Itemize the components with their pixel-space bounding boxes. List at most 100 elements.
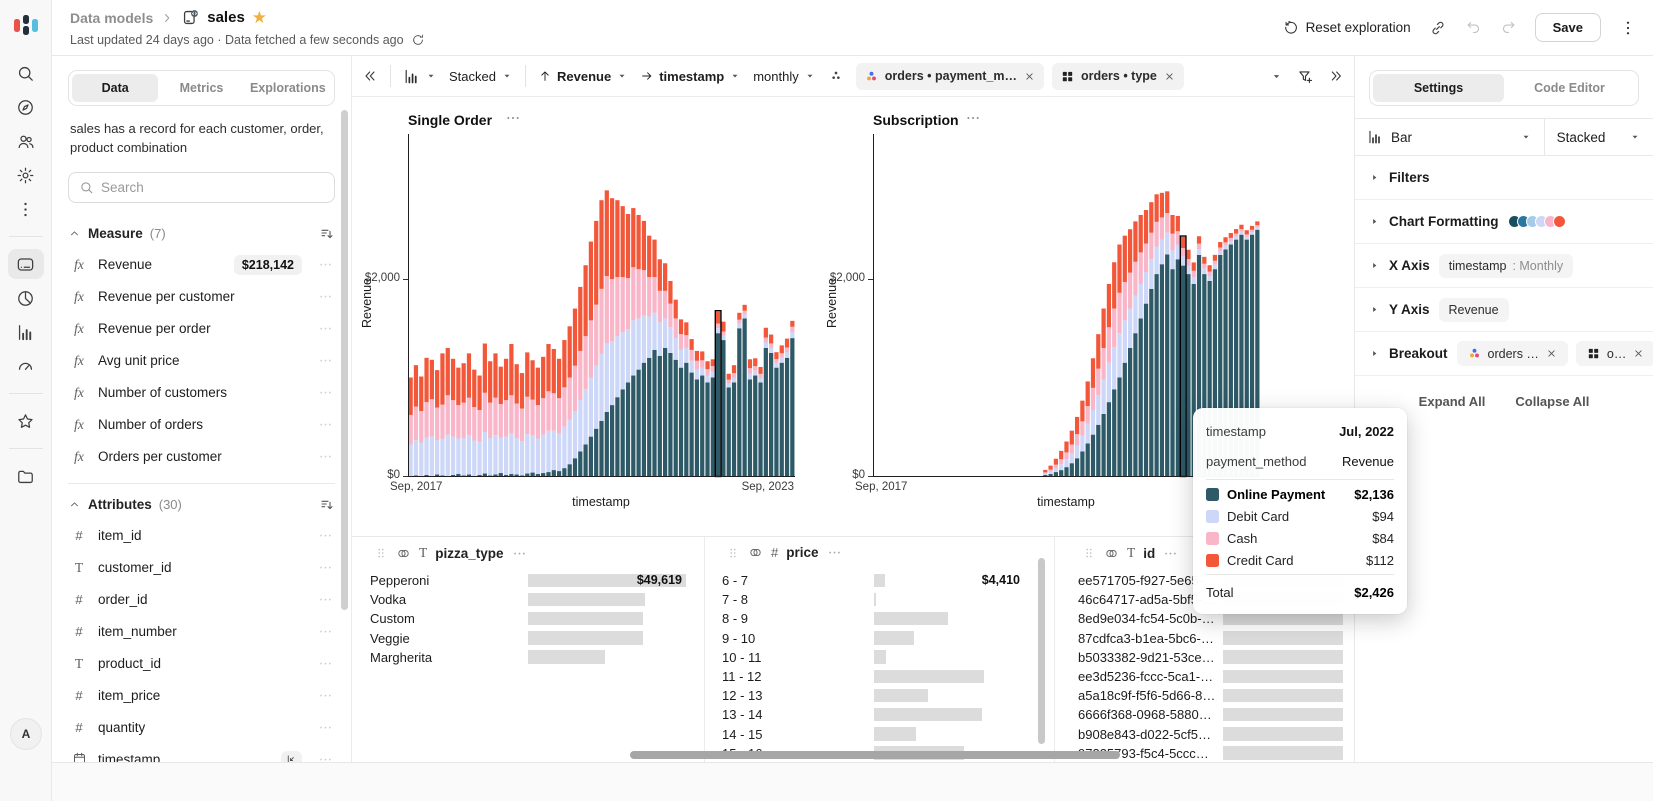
- measure-row[interactable]: fxOrders per customer: [68, 441, 335, 473]
- price-row[interactable]: 8 - 9: [705, 609, 1054, 628]
- pizza_type-row[interactable]: Pepperoni$49,619: [352, 571, 704, 590]
- x-field-dropdown[interactable]: timestamp: [640, 69, 741, 84]
- collapse-right-icon[interactable]: [1328, 68, 1344, 84]
- more-icon[interactable]: [318, 385, 333, 400]
- caret-down-icon[interactable]: [1270, 70, 1283, 83]
- measure-section-header[interactable]: Measure (7): [68, 219, 335, 249]
- attribute-row[interactable]: Tcustomer_id: [68, 552, 335, 584]
- price-row[interactable]: 14 - 15: [705, 725, 1054, 744]
- attribute-row[interactable]: Tproduct_id: [68, 648, 335, 680]
- price-row[interactable]: 6 - 7$4,410: [705, 571, 1054, 590]
- remove-icon[interactable]: [1545, 347, 1558, 360]
- granularity-dropdown[interactable]: monthly: [753, 69, 816, 84]
- rail-star-icon[interactable]: [8, 406, 44, 436]
- horizontal-scrollbar-thumb[interactable]: [630, 751, 1120, 759]
- y-field-dropdown[interactable]: Revenue: [538, 69, 628, 84]
- measure-row[interactable]: fxNumber of customers: [68, 377, 335, 409]
- drag-handle-icon[interactable]: [1082, 546, 1096, 560]
- more-icon[interactable]: [512, 546, 527, 561]
- more-icon[interactable]: [318, 257, 333, 272]
- attribute-row[interactable]: #order_id: [68, 584, 335, 616]
- drag-handle-icon[interactable]: [374, 546, 388, 560]
- section-chart-formatting[interactable]: Chart Formatting: [1355, 200, 1653, 244]
- more-icon[interactable]: [827, 545, 842, 560]
- price-row[interactable]: 7 - 8: [705, 590, 1054, 609]
- rail-search-icon[interactable]: [8, 58, 44, 88]
- section-breakout[interactable]: Breakout orders …o…: [1355, 332, 1653, 376]
- attributes-section-header[interactable]: Attributes (30): [68, 490, 335, 520]
- tab-data[interactable]: Data: [72, 74, 158, 102]
- tab-code-editor[interactable]: Code Editor: [1504, 74, 1635, 102]
- undo-icon[interactable]: [1465, 19, 1482, 36]
- chart-type-dropdown[interactable]: [403, 68, 437, 85]
- search-input[interactable]: [101, 180, 324, 195]
- rail-folder-icon[interactable]: [8, 461, 44, 491]
- remove-icon[interactable]: [1163, 70, 1176, 83]
- redo-icon[interactable]: [1500, 19, 1517, 36]
- breakout-chip-1[interactable]: o…: [1576, 341, 1653, 366]
- price-row[interactable]: 12 - 13: [705, 686, 1054, 705]
- measure-row[interactable]: fxRevenue$218,142: [68, 249, 335, 281]
- more-icon[interactable]: [318, 560, 333, 575]
- drag-handle-icon[interactable]: [726, 546, 740, 560]
- section-filters[interactable]: Filters: [1355, 156, 1653, 200]
- rail-dataset-icon[interactable]: [8, 249, 44, 279]
- price-panel-scrollbar-thumb[interactable]: [1038, 558, 1045, 744]
- price-panel-header[interactable]: #price: [726, 545, 842, 560]
- more-icon[interactable]: [318, 720, 333, 735]
- price-row[interactable]: 13 - 14: [705, 705, 1054, 724]
- remove-icon[interactable]: [1023, 70, 1036, 83]
- price-row[interactable]: 11 - 12: [705, 667, 1054, 686]
- rail-users-icon[interactable]: [8, 126, 44, 156]
- reset-exploration-button[interactable]: Reset exploration: [1283, 20, 1411, 36]
- id-row[interactable]: ee3d5236-fccc-5ca1-…: [1055, 667, 1354, 686]
- favorite-star-icon[interactable]: ★: [252, 7, 267, 29]
- rail-more-v-icon[interactable]: [8, 194, 44, 224]
- more-icon[interactable]: [318, 528, 333, 543]
- share-link-icon[interactable]: [1429, 19, 1447, 37]
- tab-settings[interactable]: Settings: [1373, 74, 1504, 102]
- id-row[interactable]: b5033382-9d21-53ce…: [1055, 648, 1354, 667]
- attribute-row[interactable]: #item_number: [68, 616, 335, 648]
- subscription-menu-icon[interactable]: [965, 110, 981, 131]
- sidebar-scrollbar-thumb[interactable]: [341, 110, 348, 610]
- more-icon[interactable]: [1163, 546, 1178, 561]
- collapse-all-link[interactable]: Collapse All: [1515, 394, 1589, 409]
- id-row[interactable]: b908e843-d022-5cf5…: [1055, 725, 1354, 744]
- remove-icon[interactable]: [1632, 347, 1645, 360]
- refresh-icon[interactable]: [411, 33, 425, 47]
- sort-icon[interactable]: [319, 226, 335, 242]
- rail-gear-icon[interactable]: [8, 160, 44, 190]
- section-y-axis[interactable]: Y Axis Revenue: [1355, 288, 1653, 332]
- more-icon[interactable]: [318, 289, 333, 304]
- measure-row[interactable]: fxAvg unit price: [68, 345, 335, 377]
- viz-mode-dropdown[interactable]: Stacked: [1544, 119, 1653, 155]
- measure-row[interactable]: fxNumber of orders: [68, 409, 335, 441]
- add-breakout-icon[interactable]: [828, 68, 844, 84]
- more-icon[interactable]: [318, 656, 333, 671]
- id-row[interactable]: 87cdfca3-b1ea-5bc6-…: [1055, 629, 1354, 648]
- stack-mode-dropdown[interactable]: Stacked: [449, 69, 513, 84]
- measure-row[interactable]: fxRevenue per customer: [68, 281, 335, 313]
- tab-explorations[interactable]: Explorations: [245, 74, 331, 102]
- more-icon[interactable]: [318, 592, 333, 607]
- id-panel-header[interactable]: Tid: [1082, 545, 1178, 561]
- pizza_type-row[interactable]: Custom: [352, 609, 704, 628]
- rail-barchart-icon[interactable]: [8, 317, 44, 347]
- price-row[interactable]: 10 - 11: [705, 648, 1054, 667]
- toolbar-breakout-chip-1[interactable]: orders • type: [1052, 63, 1184, 90]
- tab-metrics[interactable]: Metrics: [158, 74, 244, 102]
- more-icon[interactable]: [318, 417, 333, 432]
- rail-compass-icon[interactable]: [8, 92, 44, 122]
- section-x-axis[interactable]: X Axis timestamp : Monthly: [1355, 244, 1653, 288]
- more-icon[interactable]: [318, 353, 333, 368]
- rail-gauge-icon[interactable]: [8, 351, 44, 381]
- price-row[interactable]: 9 - 10: [705, 629, 1054, 648]
- viz-type-dropdown[interactable]: Bar: [1355, 119, 1544, 155]
- filter-add-icon[interactable]: [1297, 68, 1314, 85]
- breadcrumb-data-models[interactable]: Data models: [70, 9, 153, 27]
- breakout-chip-0[interactable]: orders …: [1457, 341, 1568, 366]
- more-menu-icon[interactable]: [1619, 19, 1637, 37]
- pizza_type-row[interactable]: Margherita: [352, 648, 704, 667]
- id-row[interactable]: 6666f368-0968-5880…: [1055, 705, 1354, 724]
